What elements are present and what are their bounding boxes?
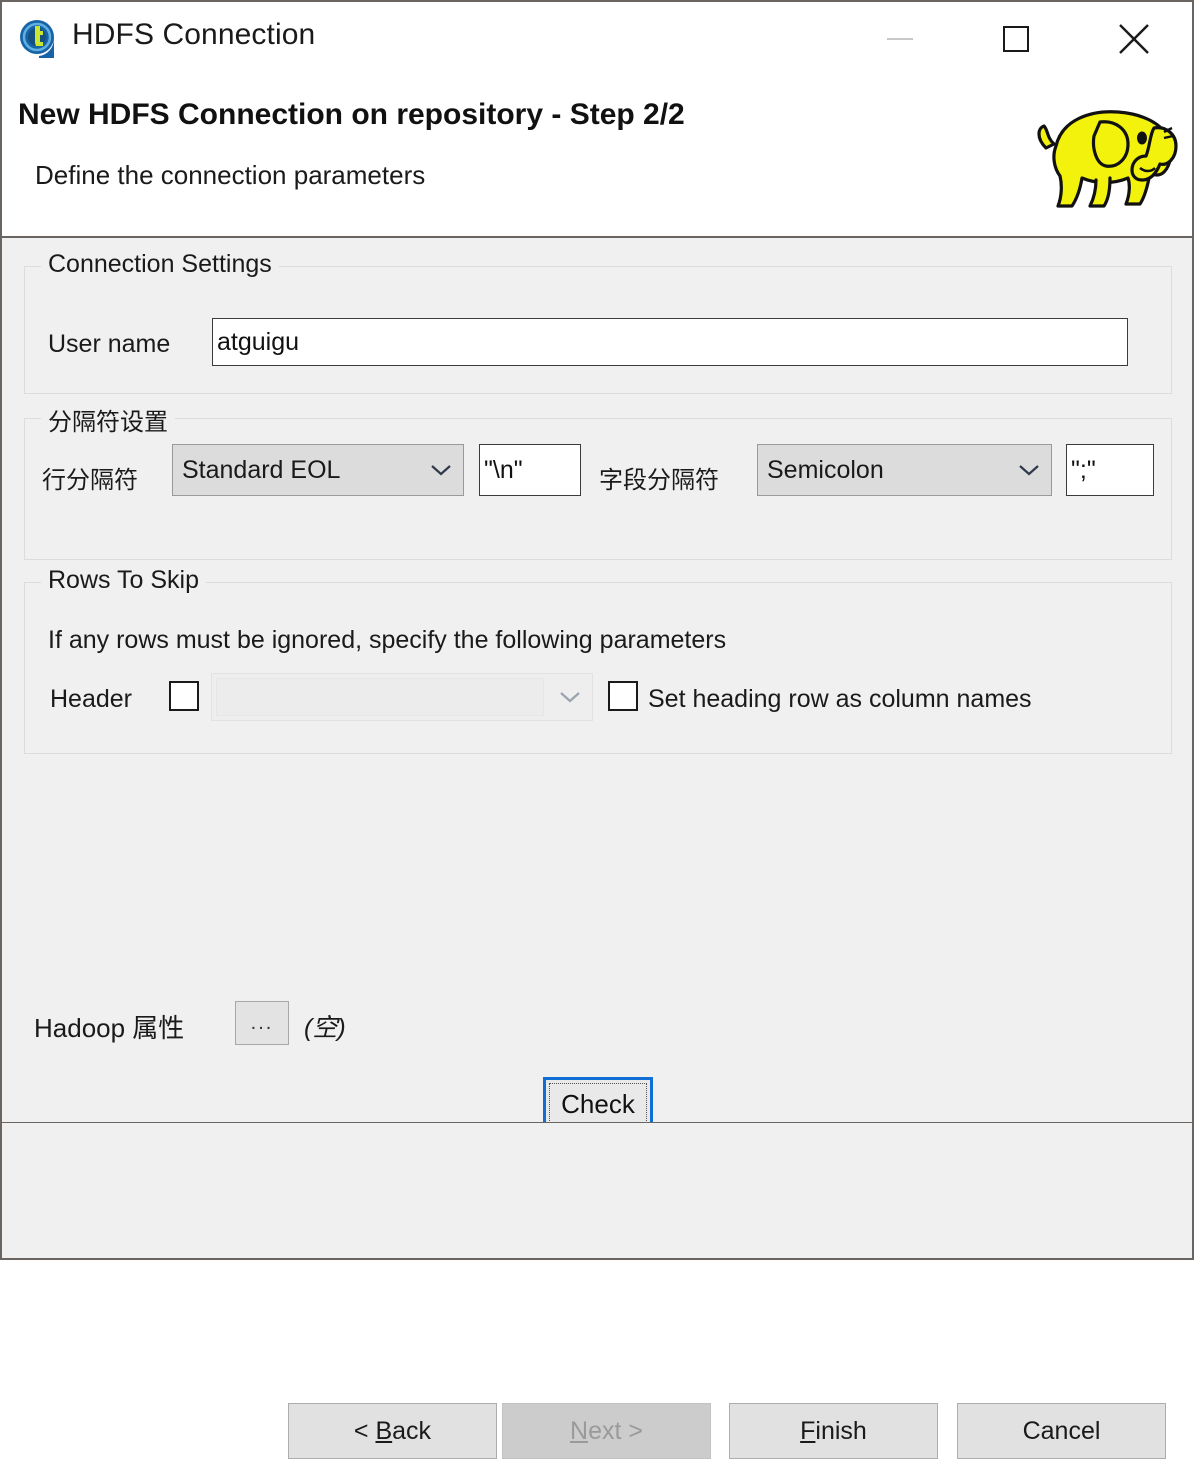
- field-separator-label: 字段分隔符: [599, 467, 719, 494]
- maximize-glyph: [1003, 26, 1029, 52]
- row-separator-label: 行分隔符: [42, 467, 138, 494]
- close-glyph: [1119, 24, 1149, 54]
- page-subtitle: Define the connection parameters: [35, 160, 426, 190]
- chevron-down-icon: [1007, 463, 1051, 477]
- header-checkbox[interactable]: [169, 681, 199, 711]
- maximize-icon[interactable]: [978, 2, 1054, 76]
- field-separator-text-input[interactable]: [1066, 444, 1154, 496]
- rows-to-skip-description: If any rows must be ignored, specify the…: [48, 626, 727, 654]
- header-rows-dropdown[interactable]: [211, 673, 593, 721]
- minimize-icon[interactable]: [862, 2, 938, 76]
- rows-to-skip-group: Rows To Skip: [24, 566, 1172, 754]
- minimize-glyph: [887, 38, 913, 40]
- back-button-label: < Back: [353, 1416, 432, 1445]
- hadoop-elephant-logo: [1014, 86, 1184, 226]
- dialog-body: Connection Settings User name 分隔符设置 行分隔符…: [2, 238, 1192, 1459]
- field-separator-dropdown[interactable]: Semicolon: [757, 444, 1052, 496]
- back-button[interactable]: < Back: [288, 1403, 497, 1459]
- header-label: Header: [50, 685, 132, 713]
- row-separator-value: Standard EOL: [182, 455, 341, 484]
- page-title: New HDFS Connection on repository - Step…: [18, 98, 685, 131]
- header-rows-field: [216, 678, 544, 716]
- row-separator-text-input[interactable]: [479, 444, 581, 496]
- title-bar: HDFS Connection: [2, 2, 1192, 78]
- user-name-input[interactable]: [212, 318, 1128, 366]
- set-heading-row-label: Set heading row as column names: [648, 685, 1032, 713]
- chevron-down-icon: [548, 690, 592, 704]
- chevron-down-icon: [419, 463, 463, 477]
- cancel-button[interactable]: Cancel: [957, 1403, 1166, 1459]
- talend-logo-icon: [18, 18, 60, 60]
- hdfs-connection-dialog: HDFS Connection New HDFS Connection on r…: [0, 0, 1194, 1459]
- hadoop-properties-value: (空): [304, 1014, 346, 1042]
- wizard-header: New HDFS Connection on repository - Step…: [2, 78, 1192, 238]
- field-separator-value: Semicolon: [767, 455, 884, 484]
- row-separator-dropdown[interactable]: Standard EOL: [172, 444, 464, 496]
- wizard-footer: < Back Next > Finish Cancel: [2, 1123, 1192, 1459]
- close-icon[interactable]: [1096, 2, 1172, 76]
- hadoop-properties-browse-button[interactable]: ...: [235, 1001, 289, 1045]
- finish-button[interactable]: Finish: [729, 1403, 938, 1459]
- rows-to-skip-legend: Rows To Skip: [41, 566, 206, 595]
- check-button-label: Check: [561, 1088, 635, 1119]
- hadoop-properties-label: Hadoop 属性: [34, 1013, 185, 1043]
- delimiter-settings-legend: 分隔符设置: [41, 402, 175, 437]
- connection-settings-legend: Connection Settings: [41, 250, 279, 279]
- finish-button-label: Finish: [800, 1416, 867, 1445]
- user-name-label: User name: [48, 330, 171, 358]
- next-button[interactable]: Next >: [502, 1403, 711, 1459]
- set-heading-row-checkbox[interactable]: [608, 681, 638, 711]
- next-button-label: Next >: [570, 1416, 643, 1445]
- window-title: HDFS Connection: [72, 18, 316, 51]
